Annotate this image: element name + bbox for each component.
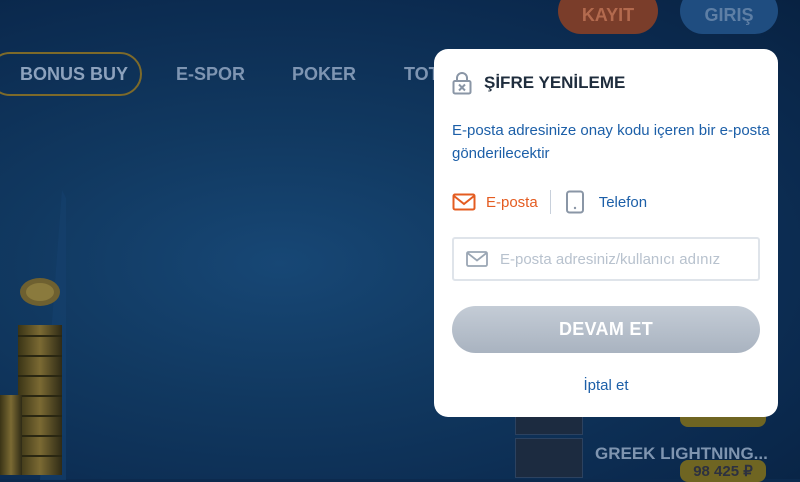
nav-item-label: BONUS BUY (19, 63, 128, 84)
email-field[interactable] (452, 237, 760, 281)
phone-icon (565, 190, 585, 214)
register-button[interactable]: KAYIT (558, 0, 658, 34)
modal-description: E-posta adresinize onay kodu içeren bir … (452, 122, 770, 162)
game-thumbnail (515, 438, 583, 478)
lock-icon (452, 71, 472, 95)
cancel-link[interactable]: İptal et (434, 377, 778, 394)
game-row[interactable]: GREEK LIGHTNING... 98 425 ₽ (515, 438, 800, 482)
tab-email[interactable]: E-posta (452, 193, 538, 211)
email-input[interactable] (498, 249, 758, 269)
tab-phone[interactable]: Telefon (565, 190, 647, 214)
envelope-icon (452, 193, 476, 211)
nav-item-poker[interactable]: POKER (292, 64, 356, 85)
password-reset-modal: ŞİFRE YENİLEME E-posta adresinize onay k… (434, 49, 778, 417)
nav-item-esports[interactable]: E-SPOR (176, 64, 245, 85)
modal-title: ŞİFRE YENİLEME (484, 73, 626, 92)
nav-item-bonus-buy[interactable]: BONUS BUY (0, 52, 142, 96)
top-bar: KAYIT GIRIŞ (0, 0, 800, 40)
envelope-icon (466, 251, 488, 267)
tab-label: E-posta (486, 193, 538, 211)
modal-header: ŞİFRE YENİLEME (452, 69, 625, 97)
continue-button[interactable]: DEVAM ET (452, 306, 760, 353)
login-button[interactable]: GIRIŞ (680, 0, 778, 34)
coin-stack-illustration (0, 190, 66, 480)
tab-label: Telefon (598, 193, 648, 211)
reset-method-tabs: E-posta Telefon (452, 189, 647, 215)
tab-divider (549, 190, 551, 214)
